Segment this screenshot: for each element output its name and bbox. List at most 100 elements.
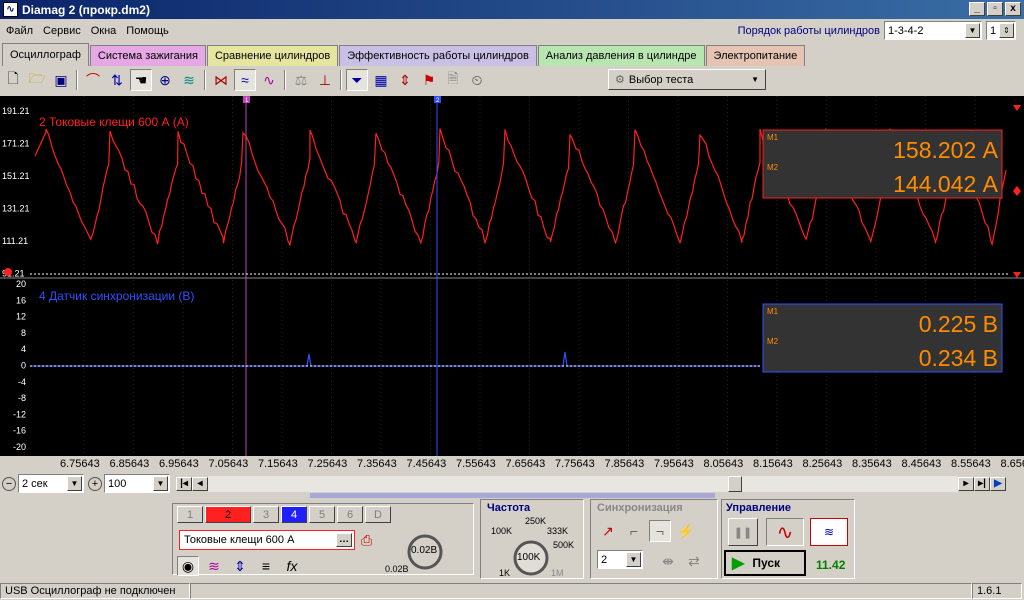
zoom-out-icon[interactable]: −: [2, 477, 16, 491]
time-tick-label: 6.85643: [110, 458, 150, 470]
new-file-icon[interactable]: 🗋: [2, 69, 24, 91]
sync-step-up-icon[interactable]: ⌐: [623, 520, 645, 542]
frequency-title: Частота: [487, 502, 530, 514]
sync-step-down-icon[interactable]: ¬: [649, 520, 671, 542]
play-icon[interactable]: ▶: [990, 477, 1006, 491]
volts-knob-value: 0.02В: [411, 545, 437, 556]
tab-ignition[interactable]: Система зажигания: [90, 45, 206, 66]
sync-channel-select[interactable]: 2 ▼: [597, 550, 643, 569]
vertical-scale-icon[interactable]: ⇕: [229, 556, 251, 576]
auto-setup-icon[interactable]: ⏲: [466, 69, 488, 91]
scroll-left-icon[interactable]: ◂: [192, 477, 208, 491]
cylinder-count-spinner[interactable]: 1 ⇕: [986, 21, 1016, 40]
maximize-button[interactable]: ▫: [987, 2, 1003, 16]
scroll-row: − 2 сек ▼ + 100 ▼ |◂ ◂ ▸ ▸| ▶: [0, 474, 1024, 493]
channel-name-field[interactable]: Токовые клещи 600 А: [179, 530, 355, 550]
channel-button-5[interactable]: 5: [309, 506, 335, 523]
marker-tool-icon[interactable]: ⌒: [82, 69, 104, 91]
scale-x-icon[interactable]: ⋈: [210, 69, 232, 91]
time-tick-label: 8.45643: [902, 458, 942, 470]
scroll-right-icon[interactable]: ▸: [958, 477, 974, 491]
grid-icon[interactable]: ▦: [370, 69, 392, 91]
channel-button-3[interactable]: 3: [253, 506, 279, 523]
wrench-icon: ⚙: [615, 73, 625, 86]
sine-mode-icon[interactable]: ∿: [766, 518, 804, 546]
ch4-measure-box: M1 M2 0.225 В 0.234 В: [763, 304, 1002, 372]
panel-splitter[interactable]: [310, 493, 715, 498]
cylinder-order-select[interactable]: 1-3-4-2 ▼: [884, 21, 982, 40]
noise-mode-icon[interactable]: ≋: [810, 518, 848, 546]
auto-icon[interactable]: ⚖: [290, 69, 312, 91]
open-folder-icon[interactable]: 🗁: [26, 69, 48, 91]
save-icon[interactable]: ▣: [50, 69, 72, 91]
filter-icon[interactable]: ⏷: [346, 69, 368, 91]
sync-title: Синхронизация: [597, 502, 683, 514]
zoom-select[interactable]: 100 ▼: [104, 474, 170, 493]
scroll-first-icon[interactable]: |◂: [176, 477, 192, 491]
minimize-button[interactable]: _: [969, 2, 985, 16]
chevron-down-icon: ▼: [67, 476, 82, 491]
ch4-m2-tag: M2: [767, 337, 779, 346]
tab-pressure-analysis[interactable]: Анализ давления в цилиндре: [538, 45, 705, 66]
function-icon[interactable]: fx: [281, 556, 303, 576]
time-scale-select[interactable]: 2 сек ▼: [18, 474, 84, 493]
channel-button-4[interactable]: 4: [281, 506, 307, 523]
hand-tool-icon[interactable]: ☚: [130, 69, 152, 91]
oscilloscope-display[interactable]: 191.21 171.21 151.21 131.21 111.21 91.21 20 16…: [0, 96, 1024, 456]
menu-file[interactable]: Файл: [6, 25, 33, 37]
ch4-tick-label: 20: [16, 279, 26, 289]
scroll-last-icon[interactable]: ▸|: [974, 477, 990, 491]
ch2-offset-handle[interactable]: [4, 268, 12, 276]
channel-button-1[interactable]: 1: [177, 506, 203, 523]
horizontal-scrollbar[interactable]: [208, 476, 958, 492]
zero-icon[interactable]: ⊥: [314, 69, 336, 91]
compare-icon[interactable]: ∿: [258, 69, 280, 91]
freq-label-100k: 100K: [491, 526, 512, 536]
probe-icon[interactable]: ⎙: [361, 532, 372, 549]
control-value: 11.42: [816, 558, 845, 572]
sync-level-icon[interactable]: ⇼: [657, 550, 679, 572]
tab-oscilloscope[interactable]: Осциллограф: [2, 43, 89, 66]
overlay-icon[interactable]: ≈: [234, 69, 256, 91]
scroll-down-icon[interactable]: [1013, 272, 1021, 278]
menu-help[interactable]: Помощь: [126, 25, 169, 37]
chevron-down-icon: ▼: [153, 476, 168, 491]
tab-cylinder-compare[interactable]: Сравнение цилиндров: [207, 45, 338, 66]
app-icon: ∿: [3, 2, 18, 17]
zoom-icon[interactable]: ⊕: [154, 69, 176, 91]
flag-icon[interactable]: ⚑: [418, 69, 440, 91]
eye-icon[interactable]: ◉: [177, 556, 199, 576]
close-button[interactable]: x: [1005, 2, 1021, 16]
start-button[interactable]: ▶ Пуск: [724, 550, 806, 576]
lines-icon[interactable]: ≡: [255, 556, 277, 576]
time-tick-label: 8.55643: [951, 458, 991, 470]
fit-icon[interactable]: ≋: [178, 69, 200, 91]
channel-button-6[interactable]: 6: [337, 506, 363, 523]
time-tick-label: 8.25643: [803, 458, 843, 470]
zoom-in-icon[interactable]: +: [88, 477, 102, 491]
scroll-up-icon[interactable]: [1013, 105, 1021, 111]
pause-icon[interactable]: ❚❚: [728, 518, 758, 546]
sync-rising-edge-icon[interactable]: ↗: [597, 520, 619, 542]
tab-power-supply[interactable]: Электропитание: [706, 45, 806, 66]
channel-button-2[interactable]: 2: [205, 506, 251, 523]
menu-service[interactable]: Сервис: [43, 25, 81, 37]
test-select-label: Выбор теста: [629, 74, 693, 86]
scroll-thumb[interactable]: [728, 476, 742, 492]
channel-button-digital[interactable]: D: [365, 506, 391, 523]
sync-auto-icon[interactable]: ⚡: [675, 520, 697, 542]
wave-filter-icon[interactable]: ≋: [203, 556, 225, 576]
tab-cylinder-efficiency[interactable]: Эффективность работы цилиндров: [339, 45, 537, 66]
time-tick-label: 7.05643: [209, 458, 249, 470]
measure-tool-icon[interactable]: ⇅: [106, 69, 128, 91]
tab-strip: Осциллограф Система зажигания Сравнение …: [2, 43, 805, 65]
status-middle: [190, 583, 972, 599]
ch4-m2-value: 0.234 В: [919, 345, 998, 371]
document-icon[interactable]: 🗎: [442, 69, 464, 91]
split-icon[interactable]: ⇕: [394, 69, 416, 91]
menu-windows[interactable]: Окна: [91, 25, 117, 37]
test-select-button[interactable]: ⚙ Выбор теста ▼: [608, 69, 766, 90]
channel-menu-button[interactable]: …: [336, 533, 352, 547]
level-handle-icon[interactable]: [1013, 186, 1021, 196]
sync-arrows-icon[interactable]: ⇄: [683, 550, 705, 572]
